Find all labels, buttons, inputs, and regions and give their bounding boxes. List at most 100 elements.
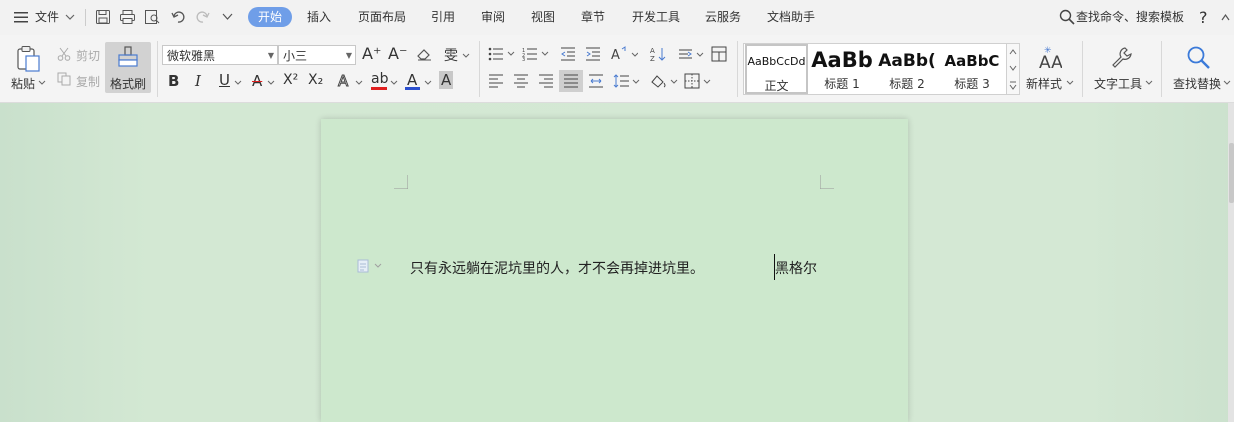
character-shading-button[interactable]: A bbox=[439, 71, 454, 89]
tab-cloud[interactable]: 云服务 bbox=[705, 0, 741, 35]
decrease-indent-icon[interactable] bbox=[560, 47, 576, 61]
sort-icon[interactable]: AZ bbox=[650, 46, 666, 62]
paragraph-menu-icon[interactable] bbox=[357, 259, 383, 273]
margin-corner-top-left bbox=[394, 175, 408, 189]
style-normal[interactable]: AaBbCcDd 正文 bbox=[745, 44, 808, 94]
font-color-swatch bbox=[405, 87, 420, 90]
ribbon-collapse-icon[interactable] bbox=[1221, 13, 1230, 22]
tab-view[interactable]: 视图 bbox=[531, 0, 555, 35]
scrollbar-thumb[interactable] bbox=[1229, 143, 1234, 203]
chevron-down-icon[interactable] bbox=[65, 14, 75, 21]
phonetic-guide-icon[interactable]: 雯 bbox=[444, 45, 458, 65]
styles-scroll[interactable] bbox=[1006, 44, 1019, 94]
align-center-icon[interactable] bbox=[513, 74, 529, 88]
file-menu[interactable]: 文件 bbox=[35, 0, 59, 35]
vertical-scrollbar[interactable] bbox=[1228, 103, 1234, 422]
eraser-icon[interactable] bbox=[416, 47, 432, 61]
chevron-down-icon[interactable] bbox=[38, 80, 46, 86]
print-icon[interactable] bbox=[119, 9, 136, 25]
chevron-down-icon[interactable] bbox=[1223, 80, 1231, 86]
paste-icon[interactable] bbox=[15, 45, 41, 73]
font-size-select[interactable]: 小三 ▼ bbox=[278, 45, 356, 65]
redo-icon[interactable] bbox=[195, 10, 210, 24]
chevron-down-icon[interactable] bbox=[390, 80, 398, 86]
italic-button[interactable]: I bbox=[195, 72, 201, 90]
subscript-button[interactable]: X₂ bbox=[308, 72, 323, 88]
tab-section[interactable]: 章节 bbox=[581, 0, 605, 35]
highlight-button[interactable]: ab bbox=[371, 71, 388, 87]
quick-access-dropdown-icon[interactable] bbox=[222, 13, 233, 22]
increase-indent-icon[interactable] bbox=[585, 47, 601, 61]
style-heading-2[interactable]: AaBb( 标题 2 bbox=[875, 44, 939, 94]
shrink-font-icon[interactable]: A⁻ bbox=[388, 44, 407, 63]
chevron-down-icon[interactable] bbox=[267, 80, 275, 86]
new-style-icon[interactable]: AA✳ bbox=[1036, 44, 1062, 70]
style-name: 正文 bbox=[764, 79, 789, 93]
text-direction-icon[interactable]: A bbox=[610, 46, 638, 62]
style-name: 标题 3 bbox=[954, 77, 990, 91]
tab-review[interactable]: 审阅 bbox=[481, 0, 505, 35]
svg-text:✳: ✳ bbox=[1044, 46, 1052, 56]
tab-home[interactable]: 开始 bbox=[248, 7, 292, 27]
chevron-down-icon[interactable] bbox=[424, 80, 432, 86]
table-icon[interactable] bbox=[711, 46, 727, 62]
chevron-down-icon[interactable] bbox=[1066, 80, 1074, 86]
shading-icon[interactable] bbox=[649, 73, 679, 89]
numbered-list-icon[interactable]: 123 bbox=[522, 47, 550, 61]
chevron-down-icon[interactable] bbox=[355, 80, 363, 86]
author-text: 黑格尔 bbox=[775, 261, 817, 277]
strikethrough-button[interactable]: A bbox=[252, 72, 262, 90]
chevron-down-icon[interactable] bbox=[234, 80, 242, 86]
copy-button[interactable]: 复制 bbox=[76, 73, 100, 90]
bullet-list-icon[interactable] bbox=[488, 47, 516, 61]
borders-icon[interactable] bbox=[684, 73, 714, 89]
print-preview-icon[interactable] bbox=[144, 9, 161, 25]
chevron-down-icon[interactable] bbox=[1145, 80, 1153, 86]
find-icon[interactable] bbox=[1186, 45, 1212, 71]
search-icon[interactable] bbox=[1059, 9, 1075, 25]
bold-button[interactable]: B bbox=[168, 72, 179, 90]
find-replace-button[interactable]: 查找替换 bbox=[1173, 75, 1221, 92]
style-sample: AaBb( bbox=[878, 51, 936, 71]
align-right-icon[interactable] bbox=[538, 74, 554, 88]
styles-gallery: AaBbCcDd 正文 AaBb 标题 1 AaBb( 标题 2 AaBbC 标… bbox=[743, 43, 1020, 95]
text-tools-button[interactable]: 文字工具 bbox=[1094, 75, 1142, 92]
chevron-down-icon[interactable] bbox=[462, 53, 470, 59]
tab-doc-assistant[interactable]: 文档助手 bbox=[767, 0, 815, 35]
tab-page-layout[interactable]: 页面布局 bbox=[358, 0, 406, 35]
font-family-select[interactable]: 微软雅黑 ▼ bbox=[162, 45, 278, 65]
new-style-button[interactable]: 新样式 bbox=[1026, 75, 1062, 92]
highlight-color-swatch bbox=[371, 87, 387, 90]
style-heading-3[interactable]: AaBbC 标题 3 bbox=[940, 44, 1004, 94]
style-heading-1[interactable]: AaBb 标题 1 bbox=[810, 44, 874, 94]
tab-references[interactable]: 引用 bbox=[431, 0, 455, 35]
text-cursor bbox=[774, 254, 775, 280]
search-commands-input[interactable]: 查找命令、搜索模板 bbox=[1076, 0, 1184, 35]
show-hide-marks-icon[interactable] bbox=[678, 46, 706, 62]
superscript-button[interactable]: X² bbox=[283, 72, 298, 88]
copy-icon[interactable] bbox=[57, 72, 71, 86]
hamburger-icon[interactable] bbox=[14, 11, 28, 23]
svg-text:A: A bbox=[650, 47, 655, 55]
line-spacing-icon[interactable] bbox=[613, 73, 641, 89]
help-icon[interactable]: ? bbox=[1199, 0, 1208, 35]
tab-developer[interactable]: 开发工具 bbox=[632, 0, 680, 35]
text-effect-button[interactable]: A bbox=[337, 72, 348, 91]
align-left-icon[interactable] bbox=[488, 74, 504, 88]
format-painter-icon bbox=[118, 46, 138, 67]
distribute-icon[interactable] bbox=[588, 74, 604, 88]
menu-bar: 文件 开始 插入 页面布局 引用 审阅 视图 章节 开发工具 云服务 文档助手 … bbox=[0, 0, 1234, 35]
paste-button[interactable]: 粘贴 bbox=[11, 75, 35, 92]
grow-font-icon[interactable]: A⁺ bbox=[362, 44, 381, 63]
tab-insert[interactable]: 插入 bbox=[307, 0, 331, 35]
cut-button[interactable]: 剪切 bbox=[76, 47, 100, 64]
format-painter-label: 格式刷 bbox=[110, 77, 147, 91]
wrench-icon[interactable] bbox=[1110, 45, 1134, 69]
svg-text:Z: Z bbox=[650, 55, 655, 62]
underline-button[interactable]: U bbox=[219, 71, 230, 89]
save-icon[interactable] bbox=[95, 9, 111, 25]
undo-icon[interactable] bbox=[171, 10, 186, 24]
scissors-icon[interactable] bbox=[57, 47, 71, 61]
chevron-down-icon: ▼ bbox=[345, 51, 352, 60]
justify-icon bbox=[564, 74, 578, 88]
